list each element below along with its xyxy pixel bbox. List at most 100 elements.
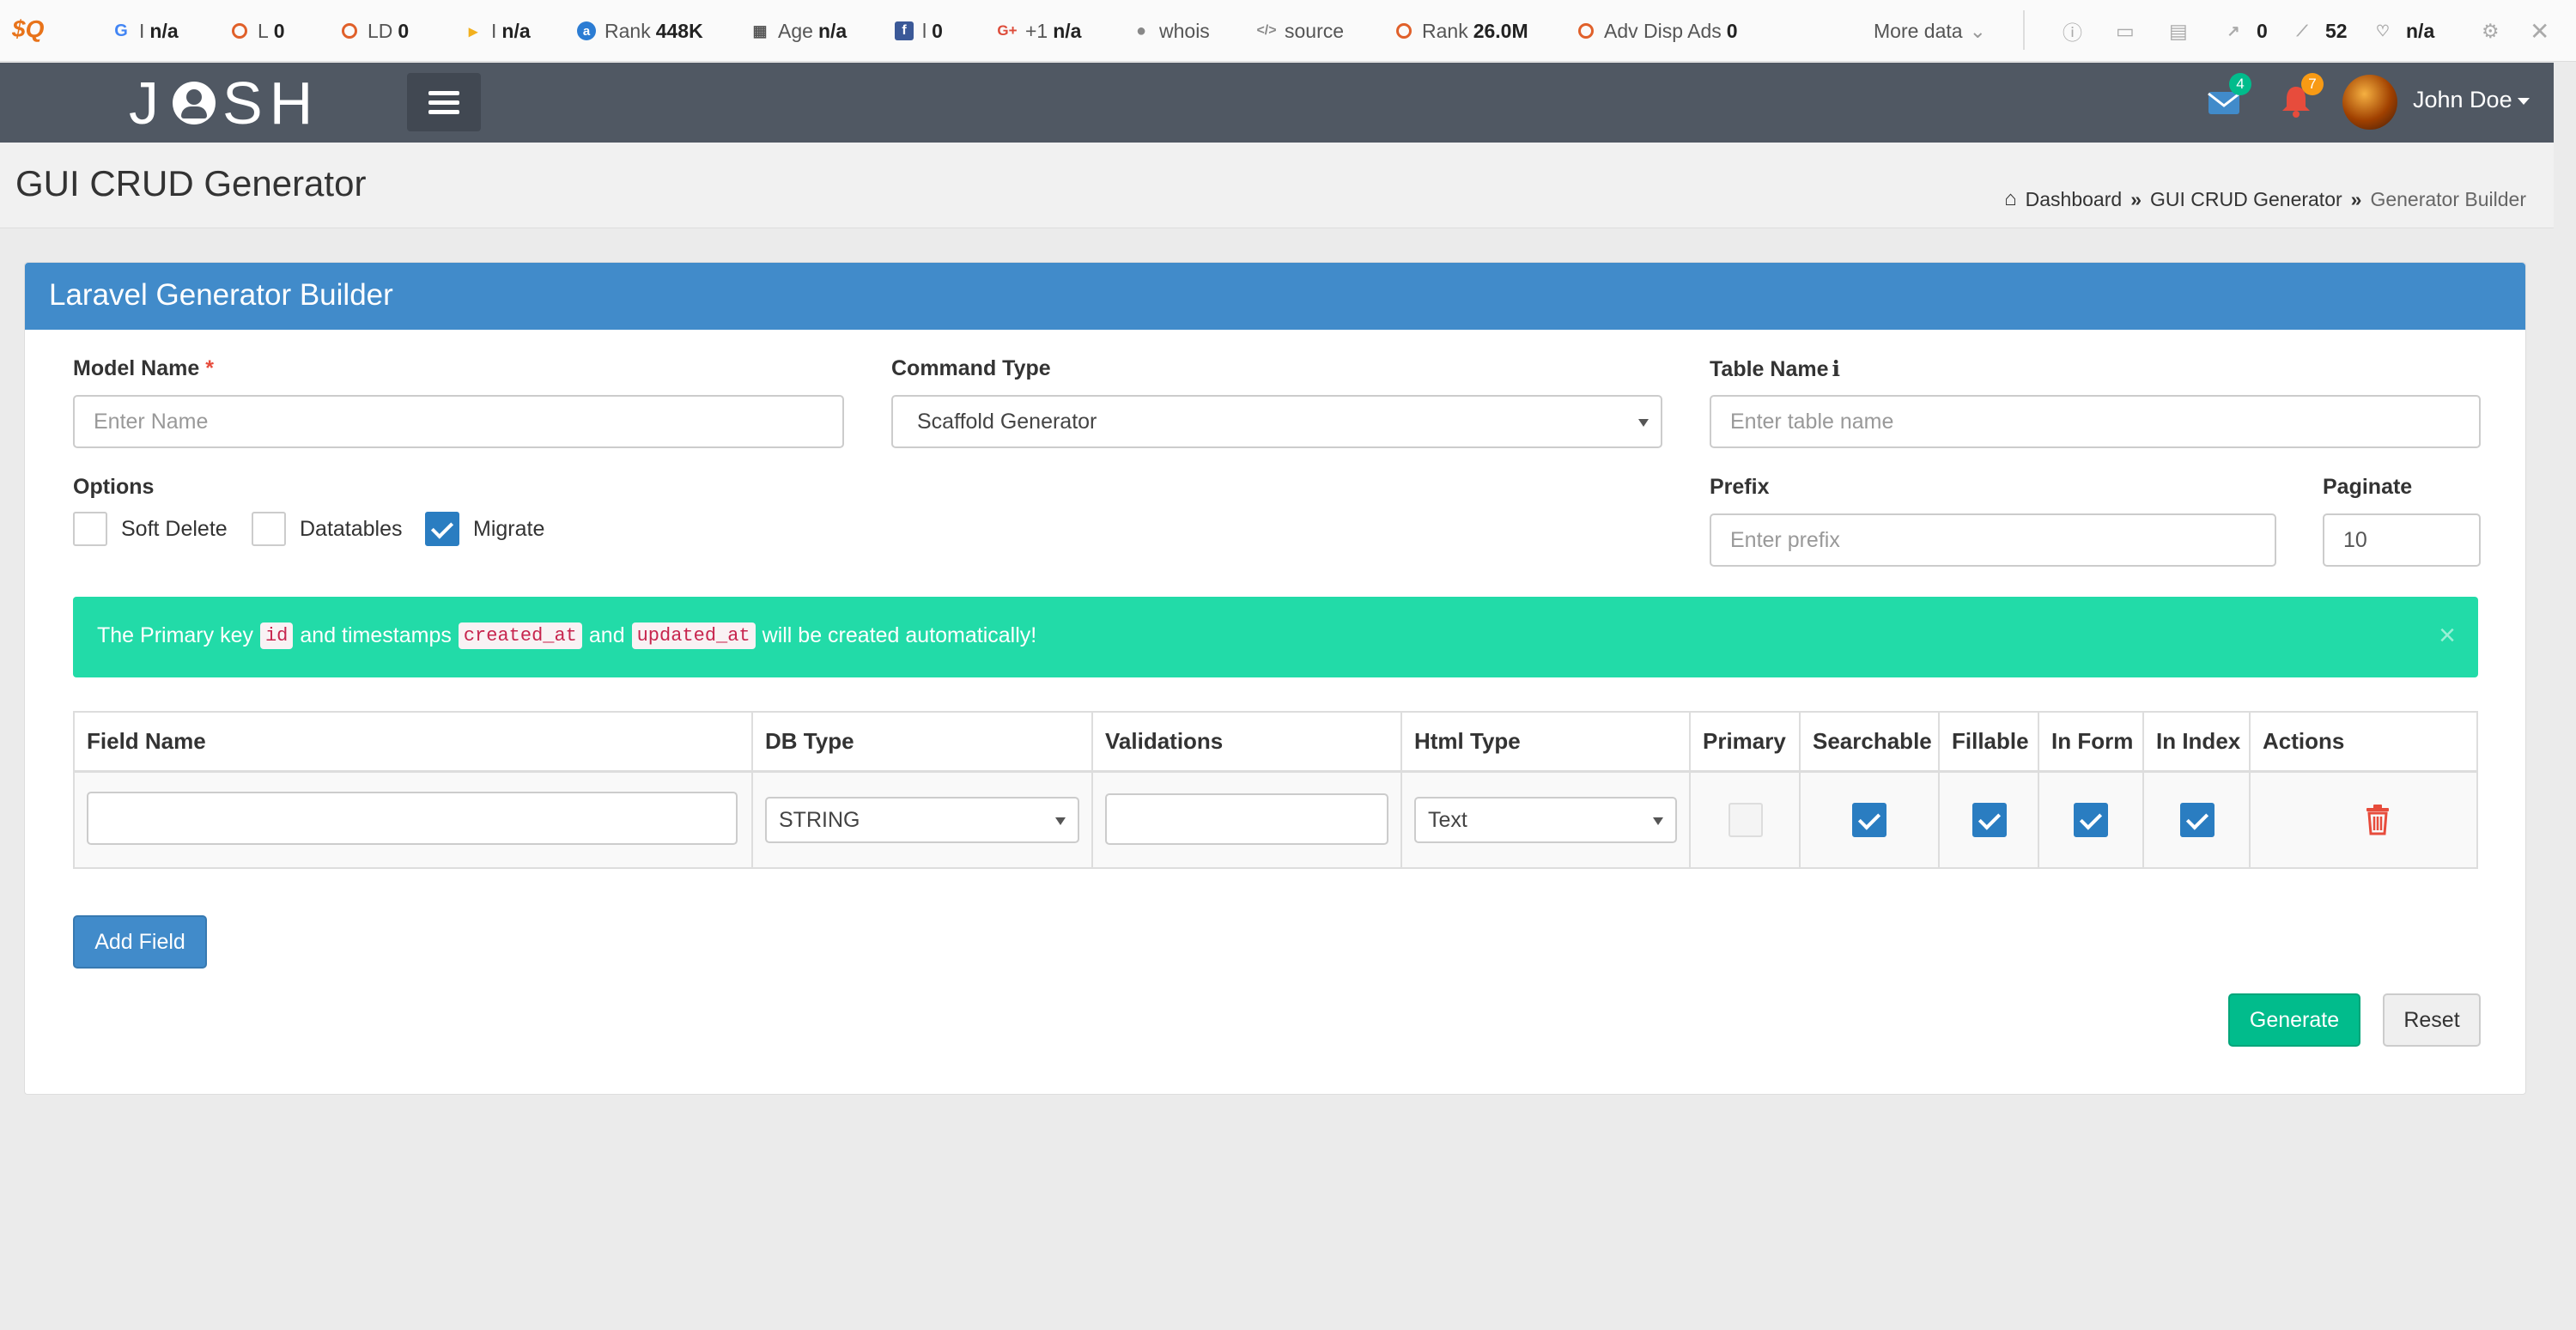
chart-icon[interactable]: ▤ xyxy=(2169,17,2188,45)
seo-whois[interactable]: ● whois xyxy=(1132,17,1210,45)
seo-pages[interactable]: ⟋ 52 xyxy=(2293,17,2348,45)
th-searchable: Searchable xyxy=(1801,713,1940,773)
info-icon: i xyxy=(1832,356,1840,381)
page-title: GUI CRUD Generator xyxy=(15,163,367,203)
datatables-checkbox[interactable] xyxy=(252,512,286,546)
model-name-label: Model Name * xyxy=(73,356,214,380)
info-alert: The Primary key id and timestamps create… xyxy=(73,597,2478,677)
reset-button[interactable]: Reset xyxy=(2383,993,2481,1047)
panel-title: Laravel Generator Builder xyxy=(49,278,393,312)
toolbar-divider xyxy=(2023,10,2025,50)
table-name-label: Table Name i xyxy=(1710,356,1840,381)
seo-link-domains[interactable]: LD 0 xyxy=(340,17,409,45)
breadcrumb-dashboard[interactable]: Dashboard xyxy=(2026,188,2123,211)
alert-message: The Primary key id and timestamps create… xyxy=(97,622,1037,649)
in-index-checkbox[interactable] xyxy=(2180,803,2215,837)
breadcrumb-current: Generator Builder xyxy=(2370,187,2526,210)
datatables-label: Datatables xyxy=(300,517,403,541)
seo-google-index[interactable]: G In/a xyxy=(112,17,178,45)
messages-button[interactable]: 4 xyxy=(2205,73,2251,119)
fields-table: Field Name DB Type Validations Html Type… xyxy=(73,711,2478,869)
breadcrumb: ⌂ Dashboard » GUI CRUD Generator » Gener… xyxy=(2004,187,2526,211)
circle-icon xyxy=(1577,21,1595,40)
alert-close-icon[interactable]: × xyxy=(2439,619,2456,653)
heart-icon: ♡ xyxy=(2375,21,2391,39)
notifications-button[interactable]: 7 xyxy=(2277,73,2324,119)
validations-input[interactable] xyxy=(1105,793,1388,845)
breadcrumb-separator: » xyxy=(2350,187,2362,210)
command-type-select[interactable]: Scaffold Generator xyxy=(891,395,1662,448)
add-field-button[interactable]: Add Field xyxy=(73,915,207,969)
seo-external-links[interactable]: ↗ 0 xyxy=(2224,17,2267,45)
external-link-icon: ↗ xyxy=(2227,21,2240,39)
breadcrumb-gui-crud-generator[interactable]: GUI CRUD Generator xyxy=(2150,188,2342,211)
th-validations: Validations xyxy=(1093,713,1402,773)
avatar[interactable] xyxy=(2342,75,2397,130)
db-type-select[interactable]: STRING xyxy=(765,797,1079,843)
home-icon: ⌂ xyxy=(2004,187,2017,210)
google-icon: G xyxy=(114,21,128,40)
th-field-name: Field Name xyxy=(75,713,753,773)
migrate-label: Migrate xyxy=(473,517,545,541)
th-db-type: DB Type xyxy=(753,713,1093,773)
circle-icon xyxy=(230,21,249,40)
paginate-input[interactable] xyxy=(2323,513,2481,567)
more-data-dropdown[interactable]: More data ⌄ xyxy=(1874,17,1986,45)
seo-semrush-rank[interactable]: Rank 26.0M xyxy=(1394,17,1528,45)
th-in-form: In Form xyxy=(2039,713,2144,773)
josh-logo[interactable]: J SH xyxy=(129,70,319,137)
hamburger-icon xyxy=(428,90,459,95)
seo-links[interactable]: L0 xyxy=(230,17,285,45)
panel-heading: Laravel Generator Builder xyxy=(25,263,2525,330)
top-navbar: J SH 4 7 John Doe xyxy=(0,63,2554,143)
notification-badge: 7 xyxy=(2301,73,2324,95)
person-icon: ● xyxy=(1135,21,1147,40)
seo-alexa-rank[interactable]: a Rank 448K xyxy=(577,17,703,45)
dropdown-arrow-icon xyxy=(1653,817,1663,825)
bing-icon: ▸ xyxy=(468,21,478,41)
seo-facebook[interactable]: f l0 xyxy=(895,17,943,45)
trash-icon[interactable] xyxy=(2365,805,2391,835)
fillable-checkbox[interactable] xyxy=(1972,803,2007,837)
th-primary: Primary xyxy=(1691,713,1801,773)
seo-toolbar: $Q G In/a L0 LD 0 ▸ In/a a Rank 448K ▦ Age… xyxy=(0,0,2576,62)
dropdown-arrow-icon xyxy=(1638,419,1649,427)
menu-toggle-button[interactable] xyxy=(407,73,481,131)
seo-heart[interactable]: ♡ n/a xyxy=(2373,17,2434,45)
primary-checkbox[interactable] xyxy=(1728,803,1763,837)
mail-badge: 4 xyxy=(2229,73,2251,95)
generator-panel: Laravel Generator Builder Model Name * C… xyxy=(24,262,2526,1095)
soft-delete-checkbox[interactable] xyxy=(73,512,107,546)
th-html-type: Html Type xyxy=(1402,713,1691,773)
prefix-input[interactable] xyxy=(1710,513,2276,567)
chevron-down-icon: ⌄ xyxy=(1969,19,1986,42)
soft-delete-label: Soft Delete xyxy=(121,517,228,541)
seo-google-plus[interactable]: G+ +1 n/a xyxy=(997,17,1081,45)
in-form-checkbox[interactable] xyxy=(2074,803,2108,837)
model-name-input[interactable] xyxy=(73,395,844,448)
info-icon[interactable]: ⓘ xyxy=(2063,17,2082,45)
html-type-select[interactable]: Text xyxy=(1414,797,1677,843)
searchable-checkbox[interactable] xyxy=(1852,803,1886,837)
command-type-label: Command Type xyxy=(891,356,1051,380)
dropdown-arrow-icon xyxy=(1055,817,1066,825)
field-name-input[interactable] xyxy=(87,792,738,845)
seo-age[interactable]: ▦ Age n/a xyxy=(750,17,847,45)
breadcrumb-separator: » xyxy=(2130,187,2142,210)
generate-button[interactable]: Generate xyxy=(2228,993,2360,1047)
migrate-checkbox[interactable] xyxy=(425,512,459,546)
content-header: GUI CRUD Generator ⌂ Dashboard » GUI CRU… xyxy=(0,143,2554,228)
seo-source[interactable]: </> source xyxy=(1256,17,1344,45)
seoquake-logo-icon[interactable]: $Q xyxy=(12,15,64,46)
gear-icon[interactable]: ⚙ xyxy=(2482,17,2500,45)
user-menu[interactable]: John Doe xyxy=(2413,87,2530,113)
monitor-icon[interactable]: ▭ xyxy=(2116,17,2135,45)
th-in-index: In Index xyxy=(2144,713,2251,773)
prefix-label: Prefix xyxy=(1710,475,1770,499)
options-label: Options xyxy=(73,475,155,499)
code-icon: </> xyxy=(1256,23,1277,38)
seo-bing-index[interactable]: ▸ In/a xyxy=(464,17,531,45)
close-icon[interactable]: ✕ xyxy=(2530,17,2549,45)
table-name-input[interactable] xyxy=(1710,395,2481,448)
seo-adv-disp-ads[interactable]: Adv Disp Ads 0 xyxy=(1577,17,1738,45)
